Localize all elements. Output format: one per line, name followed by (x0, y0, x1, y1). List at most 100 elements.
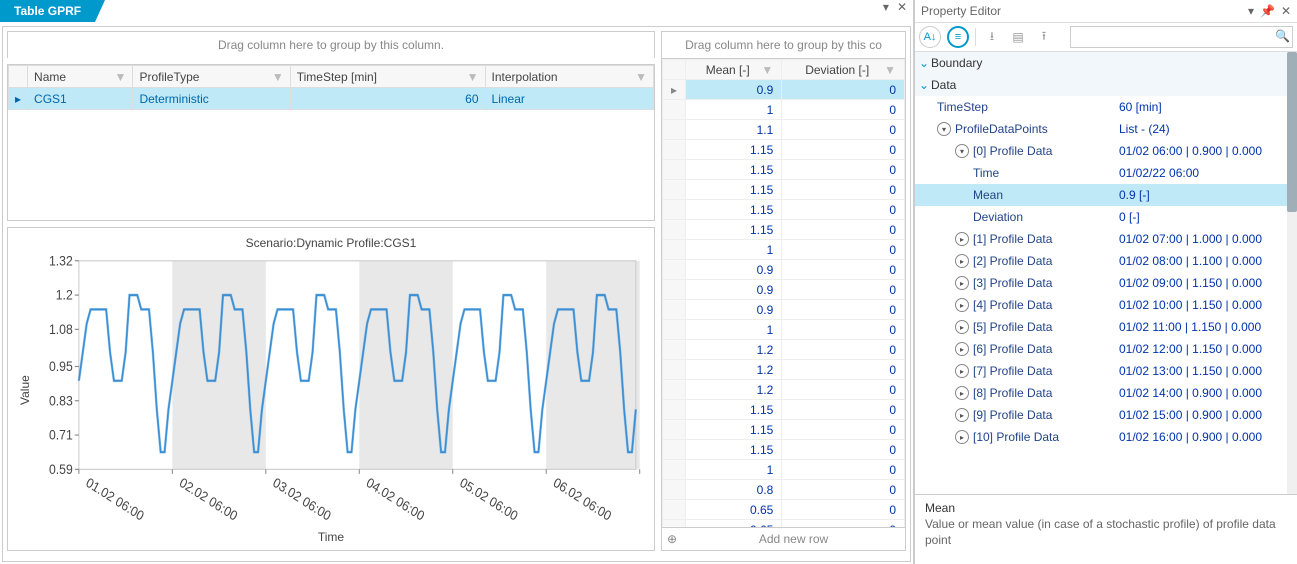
group-hint[interactable]: Drag column here to group by this column… (7, 31, 655, 58)
property-search[interactable]: 🔍 (1070, 26, 1293, 48)
row-marker: ▸ (9, 88, 28, 110)
table-row[interactable]: 10 (663, 240, 905, 260)
prop-toolbar: A↓ ≡ ⭳ ▤ ⭱ 🔍 (915, 23, 1297, 52)
table-row[interactable]: 0.80 (663, 480, 905, 500)
prop-profiledatapoints[interactable]: ▾ProfileDataPoints List - (24) (915, 118, 1297, 140)
cell-step[interactable]: 60 (290, 88, 485, 110)
expand-icon[interactable]: ▾ (955, 144, 969, 158)
section-data[interactable]: ⌄Data (915, 74, 1297, 96)
table-row[interactable]: 10 (663, 320, 905, 340)
chart: Scenario:Dynamic Profile:CGS1 Value 0.59… (7, 227, 655, 551)
tab-strip: Table GPRF ▾ ✕ (0, 0, 913, 24)
table-row[interactable]: 0.650 (663, 520, 905, 528)
table-row[interactable]: 1.150 (663, 440, 905, 460)
export-icon[interactable]: ⭱ (1034, 27, 1054, 47)
table-row[interactable]: 1.150 (663, 400, 905, 420)
plus-icon: ⊕ (662, 532, 682, 546)
desc-text: Value or mean value (in case of a stocha… (925, 517, 1287, 548)
close-icon[interactable]: ✕ (1281, 4, 1291, 18)
table-row[interactable]: 1.150 (663, 140, 905, 160)
table-row[interactable]: 1.20 (663, 360, 905, 380)
prop-node[interactable]: ▸[10] Profile Data01/02 16:00 | 0.900 | … (915, 426, 1297, 448)
import-icon[interactable]: ⭳ (982, 27, 1002, 47)
col-dev[interactable]: Deviation [-]▼ (782, 60, 905, 80)
filter-icon[interactable]: ▼ (272, 70, 284, 84)
prop-node-0[interactable]: ▾[0] Profile Data 01/02 06:00 | 0.900 | … (915, 140, 1297, 162)
table-row[interactable]: 1.150 (663, 220, 905, 240)
prop-deviation[interactable]: Deviation0 [-] (915, 206, 1297, 228)
steps-icon[interactable]: ▤ (1008, 27, 1028, 47)
prop-node[interactable]: ▸[3] Profile Data01/02 09:00 | 1.150 | 0… (915, 272, 1297, 294)
table-row[interactable]: 10 (663, 100, 905, 120)
cell-name[interactable]: CGS1 (28, 88, 133, 110)
prop-node[interactable]: ▸[1] Profile Data01/02 07:00 | 1.000 | 0… (915, 228, 1297, 250)
col-name[interactable]: Name▼ (28, 66, 133, 88)
dropdown-icon[interactable]: ▾ (1248, 4, 1254, 18)
expand-icon[interactable]: ▸ (955, 364, 969, 378)
table-row[interactable]: 10 (663, 460, 905, 480)
plot-area[interactable]: 0.590.710.830.951.081.21.3201.02 06:0002… (34, 254, 646, 526)
expand-icon[interactable]: ▸ (955, 430, 969, 444)
group-hint-right[interactable]: Drag column here to group by this co (662, 32, 905, 59)
sort-alpha-button[interactable]: A↓ (919, 26, 941, 48)
main-grid[interactable]: Name▼ ProfileType▼ TimeStep [min]▼ Inter… (7, 64, 655, 221)
svg-text:1.08: 1.08 (49, 321, 73, 337)
table-row[interactable]: 1.150 (663, 420, 905, 440)
table-row[interactable]: 1.150 (663, 200, 905, 220)
table-row[interactable]: 0.90 (663, 280, 905, 300)
expand-icon[interactable]: ▸ (955, 320, 969, 334)
prop-time[interactable]: Time01/02/22 06:00 (915, 162, 1297, 184)
mean-deviation-grid[interactable]: Mean [-]▼ Deviation [-]▼ 0.90101.101.150… (662, 59, 905, 527)
table-row[interactable]: 1.20 (663, 380, 905, 400)
col-mean[interactable]: Mean [-]▼ (686, 60, 782, 80)
filter-icon[interactable]: ▼ (761, 63, 773, 77)
table-row[interactable]: 1.150 (663, 180, 905, 200)
filter-icon[interactable]: ▼ (115, 70, 127, 84)
table-row[interactable]: 0.90 (663, 300, 905, 320)
prop-node[interactable]: ▸[4] Profile Data01/02 10:00 | 1.150 | 0… (915, 294, 1297, 316)
expand-icon[interactable]: ▾ (937, 122, 951, 136)
prop-node[interactable]: ▸[2] Profile Data01/02 08:00 | 1.100 | 0… (915, 250, 1297, 272)
expand-icon[interactable]: ▸ (955, 232, 969, 246)
prop-body[interactable]: ⌄Boundary ⌄Data TimeStep60 [min] ▾Profil… (915, 52, 1297, 494)
table-row[interactable]: 1.10 (663, 120, 905, 140)
table-row[interactable]: 0.90 (663, 260, 905, 280)
panel-title: Property Editor (921, 4, 1001, 18)
expand-icon[interactable]: ▸ (955, 276, 969, 290)
prop-node[interactable]: ▸[7] Profile Data01/02 13:00 | 1.150 | 0… (915, 360, 1297, 382)
desc-name: Mean (925, 501, 1287, 515)
grid-row[interactable]: ▸ CGS1 Deterministic 60 Linear (9, 88, 654, 110)
prop-mean[interactable]: Mean0.9 [-] (915, 184, 1297, 206)
prop-node[interactable]: ▸[6] Profile Data01/02 12:00 | 1.150 | 0… (915, 338, 1297, 360)
table-row[interactable]: 1.20 (663, 340, 905, 360)
close-icon[interactable]: ✕ (897, 0, 907, 14)
filter-icon[interactable]: ▼ (635, 70, 647, 84)
cell-interp[interactable]: Linear (485, 88, 653, 110)
filter-icon[interactable]: ▼ (884, 63, 896, 77)
pin-icon[interactable]: 📌 (1260, 4, 1275, 18)
filter-icon[interactable]: ▼ (467, 70, 479, 84)
prop-node[interactable]: ▸[9] Profile Data01/02 15:00 | 0.900 | 0… (915, 404, 1297, 426)
add-row-button[interactable]: ⊕ Add new row (662, 527, 905, 550)
expand-icon[interactable]: ▸ (955, 254, 969, 268)
expand-icon[interactable]: ▸ (955, 408, 969, 422)
table-row[interactable]: 0.650 (663, 500, 905, 520)
col-interp[interactable]: Interpolation▼ (485, 66, 653, 88)
section-boundary[interactable]: ⌄Boundary (915, 52, 1297, 74)
prop-node[interactable]: ▸[8] Profile Data01/02 14:00 | 0.900 | 0… (915, 382, 1297, 404)
expand-icon[interactable]: ▸ (955, 298, 969, 312)
categorized-button[interactable]: ≡ (947, 26, 969, 48)
prop-node[interactable]: ▸[5] Profile Data01/02 11:00 | 1.150 | 0… (915, 316, 1297, 338)
table-row[interactable]: 0.90 (663, 80, 905, 100)
scrollbar[interactable] (1287, 52, 1297, 494)
table-row[interactable]: 1.150 (663, 160, 905, 180)
expand-icon[interactable]: ▸ (955, 386, 969, 400)
col-profiletype[interactable]: ProfileType▼ (133, 66, 290, 88)
prop-timestep[interactable]: TimeStep60 [min] (915, 96, 1297, 118)
cell-type[interactable]: Deterministic (133, 88, 290, 110)
expand-icon[interactable]: ▸ (955, 342, 969, 356)
svg-text:07.02 06:00: 07.02 06:00 (644, 474, 646, 524)
tab-table-gprf[interactable]: Table GPRF (0, 0, 95, 22)
col-timestep[interactable]: TimeStep [min]▼ (290, 66, 485, 88)
dropdown-icon[interactable]: ▾ (883, 0, 889, 14)
